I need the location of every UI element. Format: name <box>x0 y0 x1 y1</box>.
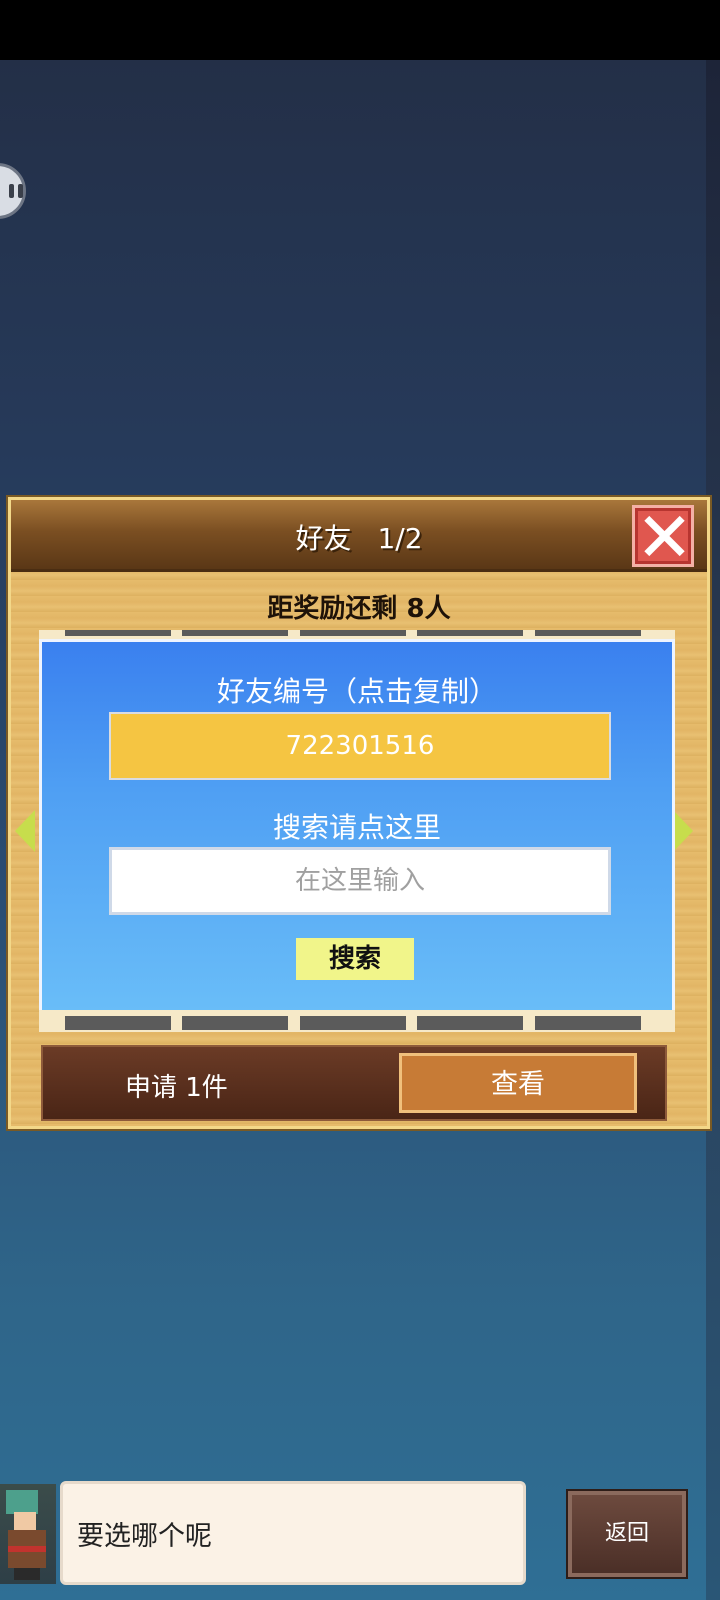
arrow-right-icon[interactable] <box>673 810 693 852</box>
friend-slots-bottom <box>39 1010 675 1032</box>
dialog-header: 好友 1/2 <box>11 500 707 572</box>
friend-id-label: 好友编号（点击复制） <box>216 675 497 708</box>
friends-dialog: 好友 1/2 距奖励还剩 8人 好友编号（点击复制） 722301516 搜索请点… <box>8 497 710 1129</box>
speech-text: 要选哪个呢 <box>77 1521 212 1552</box>
dialog-title-text: 好友 <box>295 522 352 555</box>
search-label: 搜索请点这里 <box>272 811 441 844</box>
friend-id-copy-box[interactable]: 722301516 <box>109 712 611 780</box>
friend-request-bar: 申请 1件 查看 <box>41 1045 667 1121</box>
page-indicator: 1/2 <box>377 522 423 555</box>
friend-id-panel: 好友编号（点击复制） 722301516 搜索请点这里 搜索 <box>39 639 675 1013</box>
back-button[interactable]: 返回 <box>568 1491 686 1577</box>
view-requests-button[interactable]: 查看 <box>399 1053 637 1113</box>
speech-bubble: 要选哪个呢 <box>60 1481 526 1585</box>
search-button[interactable]: 搜索 <box>296 938 414 980</box>
status-bar <box>0 0 720 60</box>
request-count-text: 申请 1件 <box>125 1073 228 1103</box>
search-input[interactable] <box>109 847 611 915</box>
character-avatar <box>0 1484 56 1584</box>
dialog-title: 好友 1/2 <box>11 517 707 557</box>
close-button[interactable] <box>632 505 694 567</box>
reward-progress-text: 距奖励还剩 8人 <box>267 594 451 624</box>
arrow-left-icon[interactable] <box>15 810 35 852</box>
